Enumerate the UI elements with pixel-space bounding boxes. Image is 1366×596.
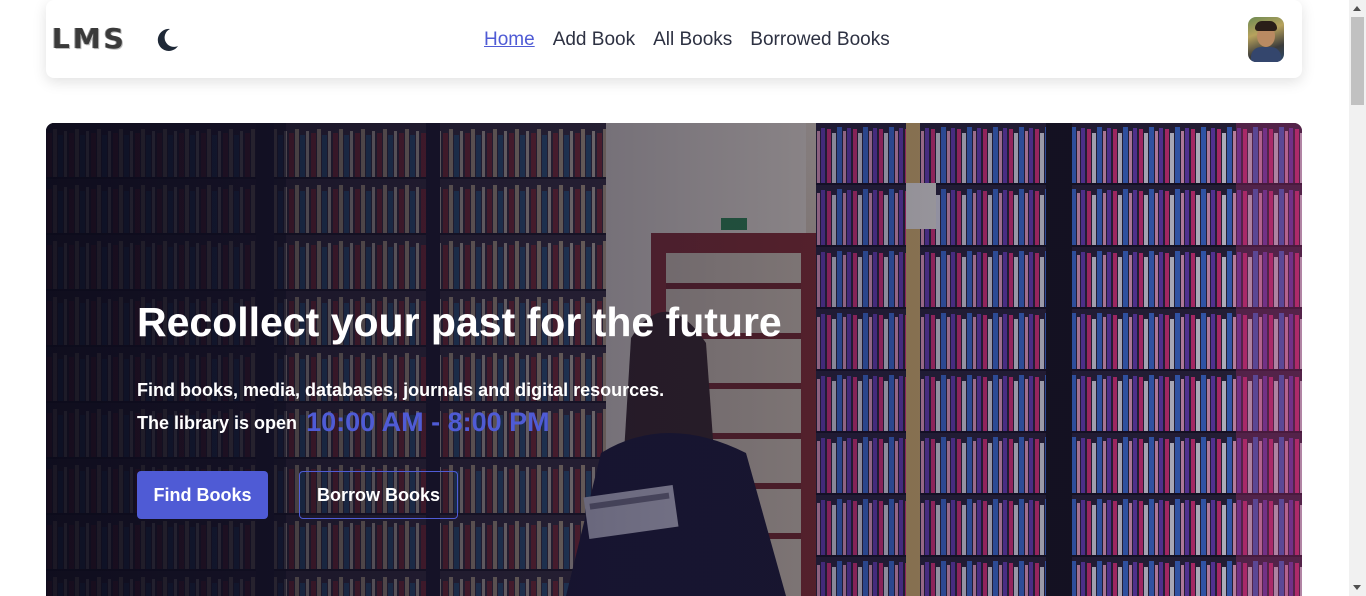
opening-hours: 10:00 AM - 8:00 PM xyxy=(306,407,550,437)
hero-title: Recollect your past for the future xyxy=(137,299,782,345)
scroll-down-arrow-icon[interactable] xyxy=(1353,585,1361,590)
user-avatar[interactable] xyxy=(1248,17,1284,62)
nav-menu: Home Add Book All Books Borrowed Books xyxy=(484,29,890,51)
navbar: LMS Home Add Book All Books Borrowed Boo… xyxy=(46,0,1302,78)
moon-icon[interactable] xyxy=(154,27,180,53)
avatar-shirt xyxy=(1251,47,1281,62)
scroll-up-arrow-icon[interactable] xyxy=(1353,6,1361,11)
nav-link-borrowed-books[interactable]: Borrowed Books xyxy=(750,29,889,51)
library-background-image xyxy=(46,123,1302,596)
hero-subtitle: Find books, media, databases, journals a… xyxy=(137,380,665,400)
hero-banner: Recollect your past for the future Find … xyxy=(46,123,1302,596)
nav-link-home[interactable]: Home xyxy=(484,29,535,51)
find-books-button[interactable]: Find Books xyxy=(137,471,268,519)
open-label: The library is open xyxy=(137,413,298,433)
page: LMS Home Add Book All Books Borrowed Boo… xyxy=(0,0,1366,596)
scrollbar-thumb[interactable] xyxy=(1351,17,1364,105)
page-scrollbar[interactable] xyxy=(1349,0,1366,596)
nav-link-add-book[interactable]: Add Book xyxy=(553,29,635,51)
site-logo[interactable]: LMS xyxy=(52,22,127,55)
borrow-books-button[interactable]: Borrow Books xyxy=(299,471,458,519)
nav-link-all-books[interactable]: All Books xyxy=(653,29,732,51)
hero-open-hours: The library is open 10:00 AM - 8:00 PM xyxy=(137,407,550,438)
avatar-hair xyxy=(1255,21,1277,31)
